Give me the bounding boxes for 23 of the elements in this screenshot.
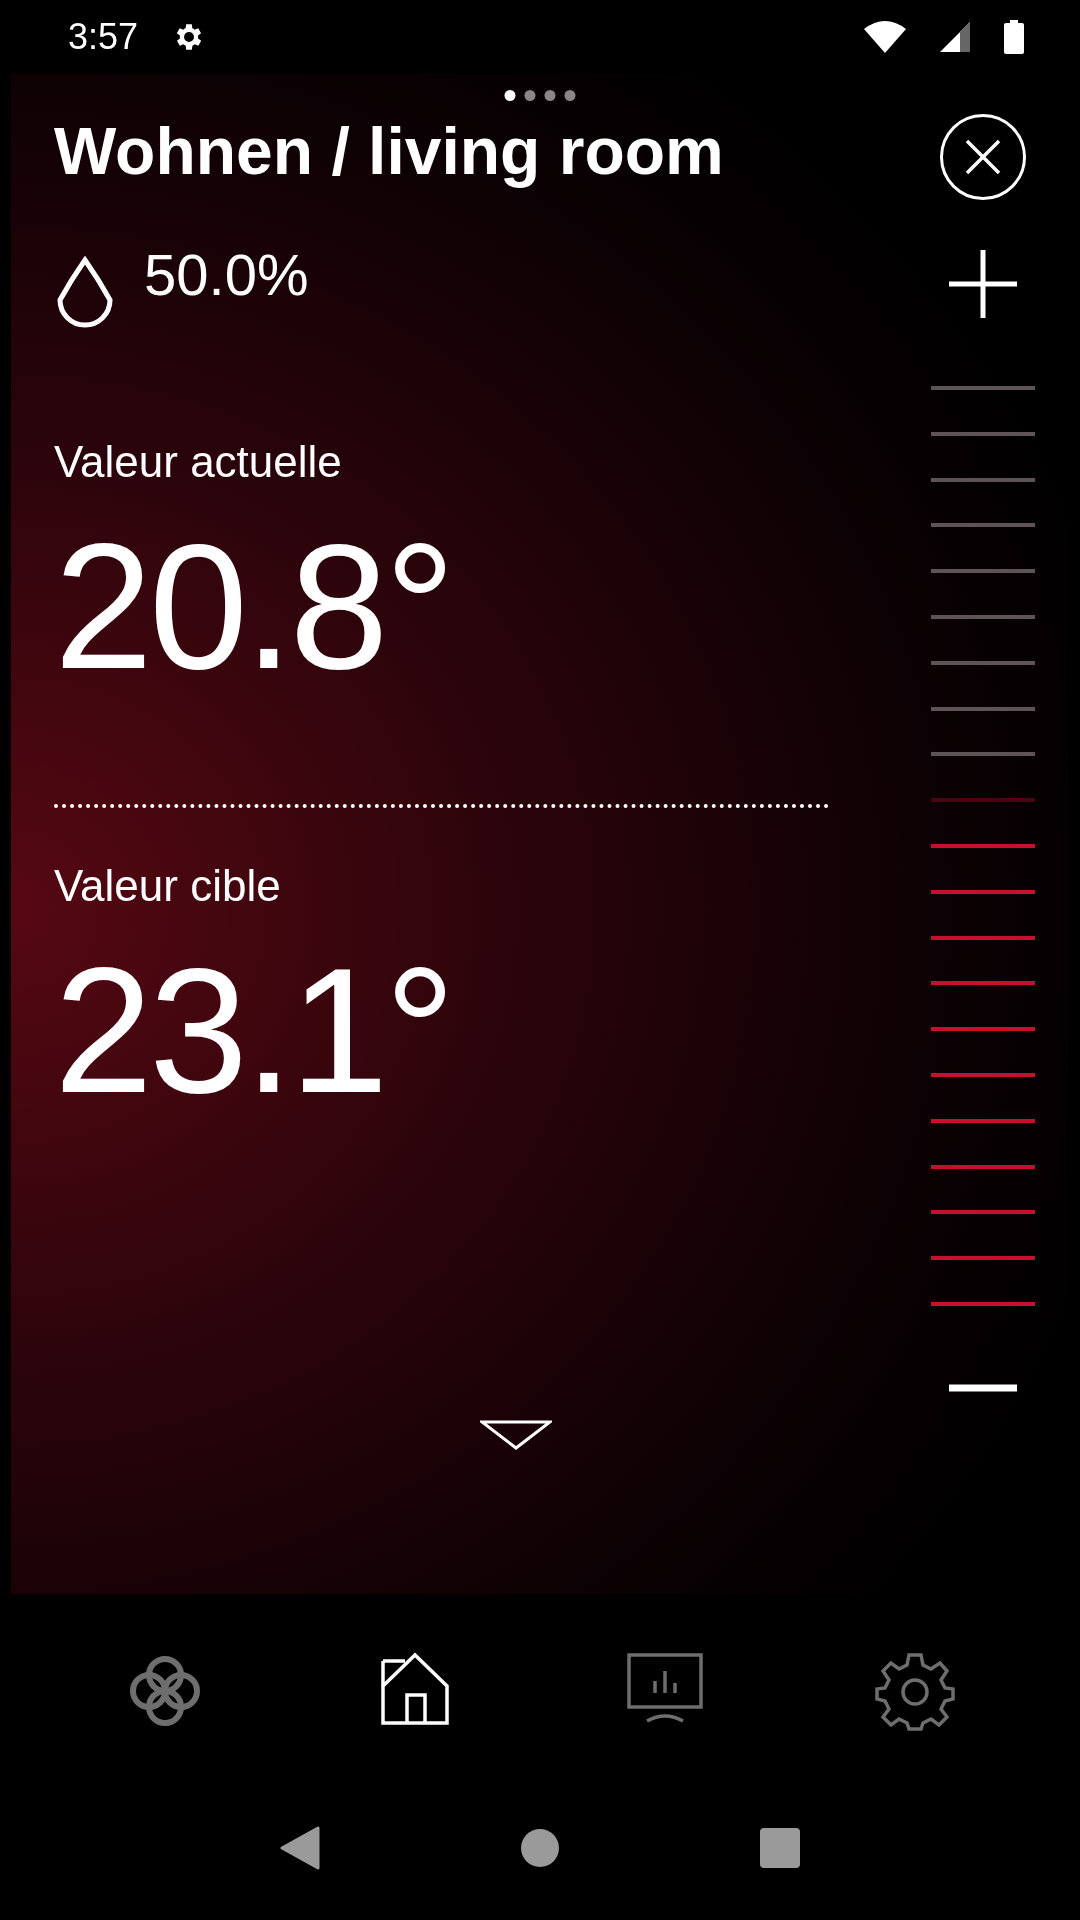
- humidity-value: 50.0%: [144, 246, 309, 304]
- target-value-label: Valeur cible: [54, 864, 282, 908]
- current-temperature: 20.8°: [54, 518, 453, 696]
- signal-icon: [940, 22, 970, 52]
- current-value-label: Valeur actuelle: [54, 440, 343, 484]
- page-dot[interactable]: [564, 90, 575, 101]
- page-dot[interactable]: [524, 90, 535, 101]
- setpoint-scale[interactable]: [931, 386, 1035, 1306]
- increase-button[interactable]: [949, 250, 1017, 318]
- recents-button[interactable]: [759, 1828, 800, 1868]
- decrease-button[interactable]: [949, 1383, 1017, 1392]
- page-dot[interactable]: [504, 90, 515, 101]
- chevron-down-icon[interactable]: [480, 1420, 552, 1450]
- wifi-icon: [864, 21, 906, 53]
- close-button[interactable]: [940, 114, 1026, 200]
- settings-icon-button[interactable]: [875, 1651, 955, 1731]
- page-dot[interactable]: [544, 90, 555, 101]
- close-icon: [963, 137, 1003, 177]
- status-time: 3:57: [68, 16, 139, 58]
- target-temperature: 23.1°: [54, 942, 453, 1120]
- battery-icon: [1004, 20, 1024, 54]
- home-button[interactable]: [521, 1829, 559, 1867]
- back-button[interactable]: [280, 1826, 321, 1870]
